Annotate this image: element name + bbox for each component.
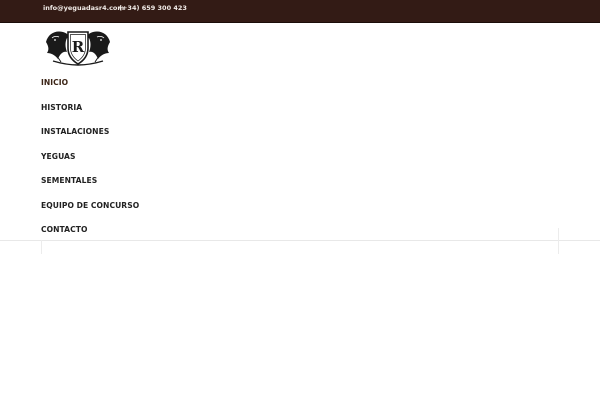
nav-link-sementales[interactable]: SEMENTALES xyxy=(41,176,97,185)
horse-crest-logo-icon: R xyxy=(46,31,110,66)
top-contact-bar: info@yeguadasr4.com (+34) 659 300 423 xyxy=(0,0,600,23)
content-guide-right xyxy=(558,228,559,254)
nav-link-yeguas[interactable]: YEGUAS xyxy=(41,152,76,161)
nav-item-sementales: SEMENTALES xyxy=(41,170,97,186)
nav-item-historia: HISTORIA xyxy=(41,97,82,113)
phone-link[interactable]: (+34) 659 300 423 xyxy=(119,4,187,12)
nav-item-equipo-de-concurso: EQUIPO DE CONCURSO xyxy=(41,195,139,211)
nav-link-contacto[interactable]: CONTACTO xyxy=(41,225,87,234)
nav-link-equipo-de-concurso[interactable]: EQUIPO DE CONCURSO xyxy=(41,201,139,210)
logo-monogram: R xyxy=(72,38,85,56)
nav-item-yeguas: YEGUAS xyxy=(41,146,76,162)
nav-link-inicio[interactable]: INICIO xyxy=(41,78,68,87)
email-link[interactable]: info@yeguadasr4.com xyxy=(43,4,124,12)
main-navigation: INICIO HISTORIA INSTALACIONES YEGUAS SEM… xyxy=(0,68,600,241)
nav-item-contacto: CONTACTO xyxy=(41,219,87,235)
site-header: R xyxy=(0,23,600,69)
nav-link-instalaciones[interactable]: INSTALACIONES xyxy=(41,127,109,136)
nav-link-historia[interactable]: HISTORIA xyxy=(41,103,82,112)
content-guide-left xyxy=(41,240,42,254)
site-logo[interactable]: R xyxy=(43,26,113,67)
nav-item-inicio: INICIO xyxy=(41,72,68,88)
nav-item-instalaciones: INSTALACIONES xyxy=(41,121,109,137)
